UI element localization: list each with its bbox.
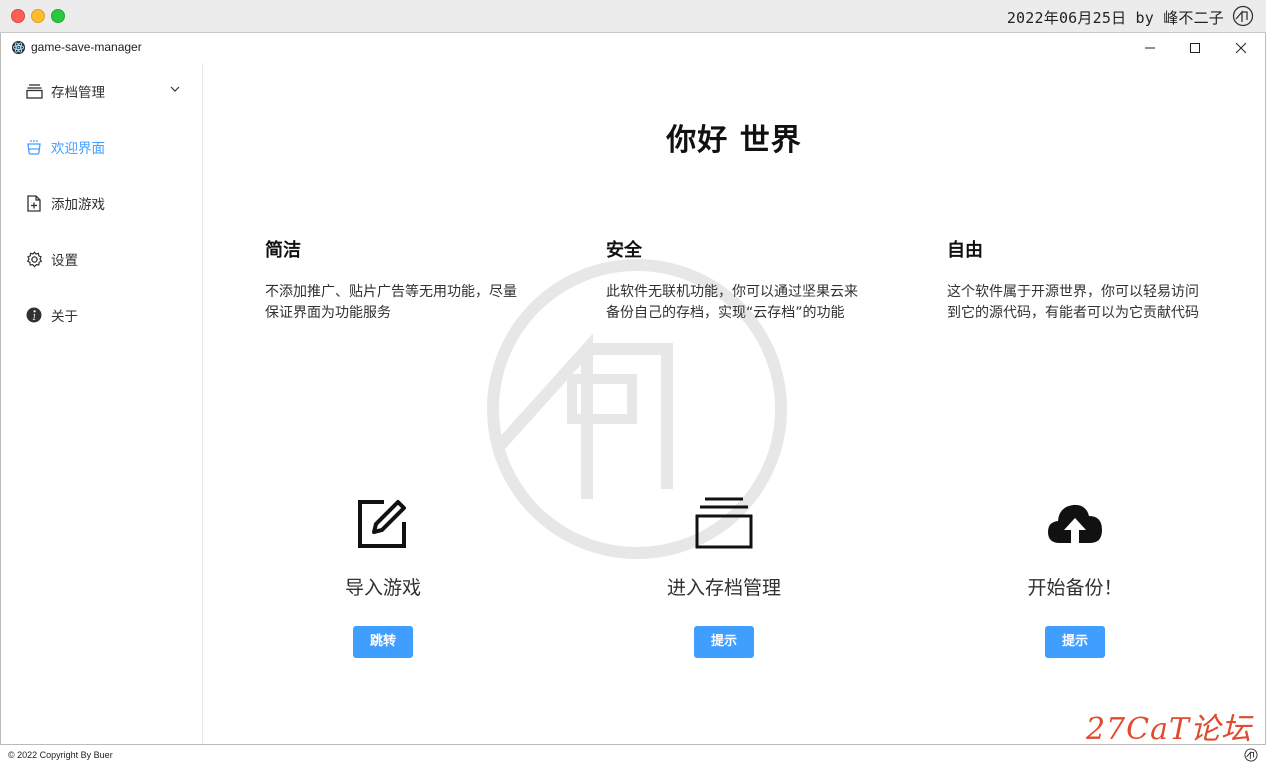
feature-safe: 安全 此软件无联机功能，你可以通过坚果云来备份自己的存档，实现“云存档”的功能 xyxy=(606,236,866,324)
mac-minimize-button[interactable] xyxy=(31,9,45,23)
minimize-icon xyxy=(1145,47,1155,49)
info-icon xyxy=(25,306,43,324)
app-window: game-save-manager 存档管理 欢迎界面 添加游戏 设置 关于 你… xyxy=(0,33,1266,744)
page-heading: 你好 世界 xyxy=(666,123,802,158)
card-import-game: 导入游戏 跳转 xyxy=(263,493,503,658)
mac-title-bar: 2022年06月25日 by 峰不二子 xyxy=(0,0,1266,33)
mac-close-button[interactable] xyxy=(11,9,25,23)
feature-description: 不添加推广、贴片广告等无用功能，尽量保证界面为功能服务 xyxy=(265,284,517,321)
sidebar-item-about[interactable]: 关于 xyxy=(1,287,202,343)
feature-description: 这个软件属于开源世界，你可以轻易访问到它的源代码，有能者可以为它贡献代码 xyxy=(947,284,1199,321)
sidebar-item-welcome[interactable]: 欢迎界面 xyxy=(1,119,202,175)
close-button[interactable] xyxy=(1230,37,1252,59)
signature-logo-icon xyxy=(1244,748,1258,762)
electron-app-icon xyxy=(11,40,26,55)
maximize-button[interactable] xyxy=(1184,37,1206,59)
archive-stack-icon xyxy=(25,82,43,100)
card-label: 进入存档管理 xyxy=(666,577,781,599)
feature-description: 此软件无联机功能，你可以通过坚果云来备份自己的存档，实现“云存档”的功能 xyxy=(606,284,858,321)
card-label: 导入游戏 xyxy=(344,577,421,599)
close-icon xyxy=(1235,42,1247,54)
sidebar-item-add-game[interactable]: 添加游戏 xyxy=(1,175,202,231)
date-signature-text: 2022年06月25日 by 峰不二子 xyxy=(1006,9,1224,27)
window-title: game-save-manager xyxy=(31,40,142,54)
sidebar-item-settings[interactable]: 设置 xyxy=(1,231,202,287)
gear-icon xyxy=(25,250,43,268)
copyright-text: © 2022 Copyright By Buer xyxy=(8,750,113,760)
card-label: 开始备份！ xyxy=(1027,577,1123,599)
coffee-cup-icon xyxy=(25,138,43,156)
sidebar-item-label: 欢迎界面 xyxy=(51,141,105,157)
cloud-upload-icon xyxy=(955,493,1195,553)
main-content: 你好 世界 简洁 不添加推广、贴片广告等无用功能，尽量保证界面为功能服务 安全 … xyxy=(203,63,1265,744)
sidebar-item-label: 存档管理 xyxy=(51,85,105,101)
chevron-down-icon xyxy=(170,86,180,92)
feature-simple: 简洁 不添加推广、贴片广告等无用功能，尽量保证界面为功能服务 xyxy=(265,236,525,324)
card-enter-save-management: 进入存档管理 提示 xyxy=(604,493,844,658)
minimize-button[interactable] xyxy=(1139,37,1161,59)
edit-icon xyxy=(263,493,503,553)
sidebar-item-label: 关于 xyxy=(51,309,78,325)
feature-title: 安全 xyxy=(606,240,642,261)
forum-watermark-text: 27CaT论坛 xyxy=(1085,712,1252,747)
footer-bar: © 2022 Copyright By Buer xyxy=(0,744,1266,765)
card-start-backup: 开始备份！ 提示 xyxy=(955,493,1195,658)
sidebar-menu: 存档管理 欢迎界面 添加游戏 设置 关于 xyxy=(1,63,203,744)
signature-logo-icon xyxy=(1232,5,1254,27)
hint-button[interactable]: 提示 xyxy=(694,626,754,658)
feature-free: 自由 这个软件属于开源世界，你可以轻易访问到它的源代码，有能者可以为它贡献代码 xyxy=(947,236,1207,324)
mac-zoom-button[interactable] xyxy=(51,9,65,23)
hint-button[interactable]: 提示 xyxy=(1045,626,1105,658)
archive-stack-icon xyxy=(604,493,844,553)
feature-title: 自由 xyxy=(947,240,983,261)
sidebar-item-save-management[interactable]: 存档管理 xyxy=(1,63,202,119)
jump-button[interactable]: 跳转 xyxy=(353,626,413,658)
sidebar-item-label: 添加游戏 xyxy=(51,197,105,213)
maximize-icon xyxy=(1190,43,1200,53)
feature-title: 简洁 xyxy=(265,240,301,261)
window-titlebar: game-save-manager xyxy=(1,33,1265,63)
sidebar-item-label: 设置 xyxy=(51,253,78,269)
document-add-icon xyxy=(25,194,43,212)
